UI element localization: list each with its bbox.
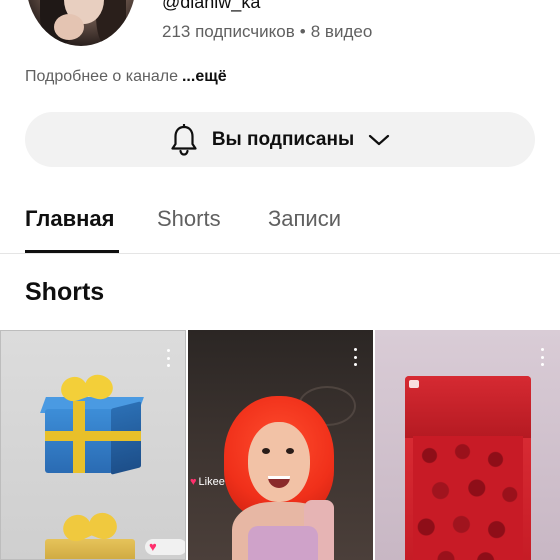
likee-label: Likee: [198, 476, 225, 488]
gift-box-image: [40, 371, 144, 475]
channel-tabs: Главная Shorts Записи: [0, 190, 560, 254]
stats-separator: •: [299, 22, 306, 41]
heart-icon: ♥: [190, 476, 197, 488]
short-thumbnail-girl[interactable]: ♥ Likee: [188, 330, 373, 560]
tab-shorts[interactable]: Shorts: [157, 206, 221, 232]
more-vert-icon[interactable]: [346, 348, 364, 366]
about-more[interactable]: ...ещё: [182, 68, 227, 85]
eye-image: [286, 448, 294, 454]
face-image: [248, 422, 310, 502]
bell-icon: [170, 123, 198, 156]
top-image: [248, 526, 318, 560]
photo-badge-icon: [409, 380, 419, 388]
eye-image: [262, 448, 270, 454]
short-thumbnail-gifts[interactable]: ♥: [0, 330, 186, 560]
heart-icon: ♥: [145, 539, 185, 555]
channel-about-link[interactable]: Подробнее о канале ...ещё: [25, 68, 227, 86]
chevron-down-icon: [368, 133, 390, 147]
section-title: Shorts: [25, 278, 105, 306]
shorts-grid: ♥ ♥ Likee: [0, 330, 560, 560]
tab-home[interactable]: Главная: [25, 206, 114, 232]
tab-posts[interactable]: Записи: [268, 206, 341, 232]
video-count: 8 видео: [310, 22, 373, 41]
subscriber-count: 213 подписчиков: [162, 22, 295, 41]
active-tab-indicator: [25, 250, 119, 253]
subscribed-label: Вы подписаны: [211, 128, 355, 150]
likee-watermark: ♥ Likee: [190, 476, 225, 488]
about-text: Подробнее о канале: [25, 68, 178, 85]
rose-bouquet-image: [405, 376, 531, 560]
more-vert-icon[interactable]: [159, 349, 177, 367]
more-vert-icon[interactable]: [533, 348, 551, 366]
channel-stats: 213 подписчиков • 8 видео: [162, 22, 372, 42]
short-thumbnail-roses[interactable]: [375, 330, 560, 560]
channel-avatar[interactable]: [26, 0, 136, 46]
subscribed-button[interactable]: Вы подписаны: [25, 112, 535, 167]
channel-handle: @dianiw_ka: [162, 0, 261, 12]
gold-gift-image: [41, 508, 137, 559]
avatar-hand: [54, 14, 84, 40]
